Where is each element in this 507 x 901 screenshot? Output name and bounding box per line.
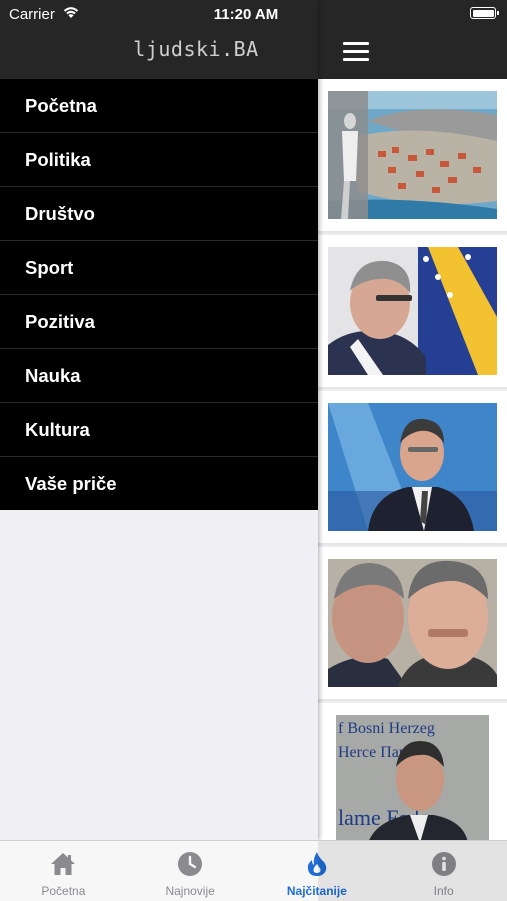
info-icon <box>431 851 457 882</box>
clock-icon <box>177 851 203 882</box>
status-bar: Carrier 11:20 AM <box>0 0 507 28</box>
article-thumbnail-parliament-speaker[interactable]: f Bosni Herzeg Herce Парла lame Fede <box>328 715 497 843</box>
home-icon <box>49 851 77 882</box>
svg-text:f Bosni Herzeg: f Bosni Herzeg <box>338 720 435 737</box>
side-menu-drawer: ljudski.BA Početna Politika Društvo Spor… <box>0 0 318 840</box>
menu-item-pocetna[interactable]: Početna <box>0 79 318 133</box>
news-item[interactable]: f Bosni Herzeg Herce Парла lame Fede <box>318 703 507 857</box>
article-thumbnail-politician-flag[interactable] <box>328 247 497 375</box>
tab-bar: Početna Najnovije Najčitanije Info <box>0 840 507 901</box>
flame-icon <box>306 851 328 882</box>
article-thumbnail-studio-guest[interactable] <box>328 403 497 531</box>
app-logo: ljudski.BA <box>133 37 259 61</box>
menu-item-sport[interactable]: Sport <box>0 241 318 295</box>
tab-label-najcitanije: Najčitanije <box>286 884 347 898</box>
menu-item-kultura[interactable]: Kultura <box>0 403 318 457</box>
menu-item-pozitiva[interactable]: Pozitiva <box>0 295 318 349</box>
tab-pocetna[interactable]: Početna <box>0 841 127 901</box>
news-list: f Bosni Herzeg Herce Парла lame Fede <box>318 79 507 859</box>
battery-icon <box>470 7 499 19</box>
tab-najnovije[interactable]: Najnovije <box>127 841 254 901</box>
tab-info[interactable]: Info <box>380 841 507 901</box>
news-item[interactable] <box>318 547 507 701</box>
news-feed-pane[interactable]: f Bosni Herzeg Herce Парла lame Fede <box>318 0 507 900</box>
menu-item-vase-price[interactable]: Vaše priče <box>0 457 318 510</box>
tab-label-info: Info <box>433 884 454 898</box>
tab-label-pocetna: Početna <box>41 884 86 898</box>
article-thumbnail-coastal-town[interactable] <box>328 91 497 219</box>
news-item[interactable] <box>318 235 507 389</box>
tab-label-najnovije: Najnovije <box>165 884 215 898</box>
category-menu: Početna Politika Društvo Sport Pozitiva … <box>0 79 318 510</box>
menu-item-politika[interactable]: Politika <box>0 133 318 187</box>
menu-item-drustvo[interactable]: Društvo <box>0 187 318 241</box>
tab-najcitanije[interactable]: Najčitanije <box>254 841 381 901</box>
status-time: 11:20 AM <box>213 6 279 23</box>
news-item[interactable] <box>318 391 507 545</box>
menu-item-nauka[interactable]: Nauka <box>0 349 318 403</box>
news-item[interactable] <box>318 79 507 233</box>
article-thumbnail-two-politicians[interactable] <box>328 559 497 687</box>
